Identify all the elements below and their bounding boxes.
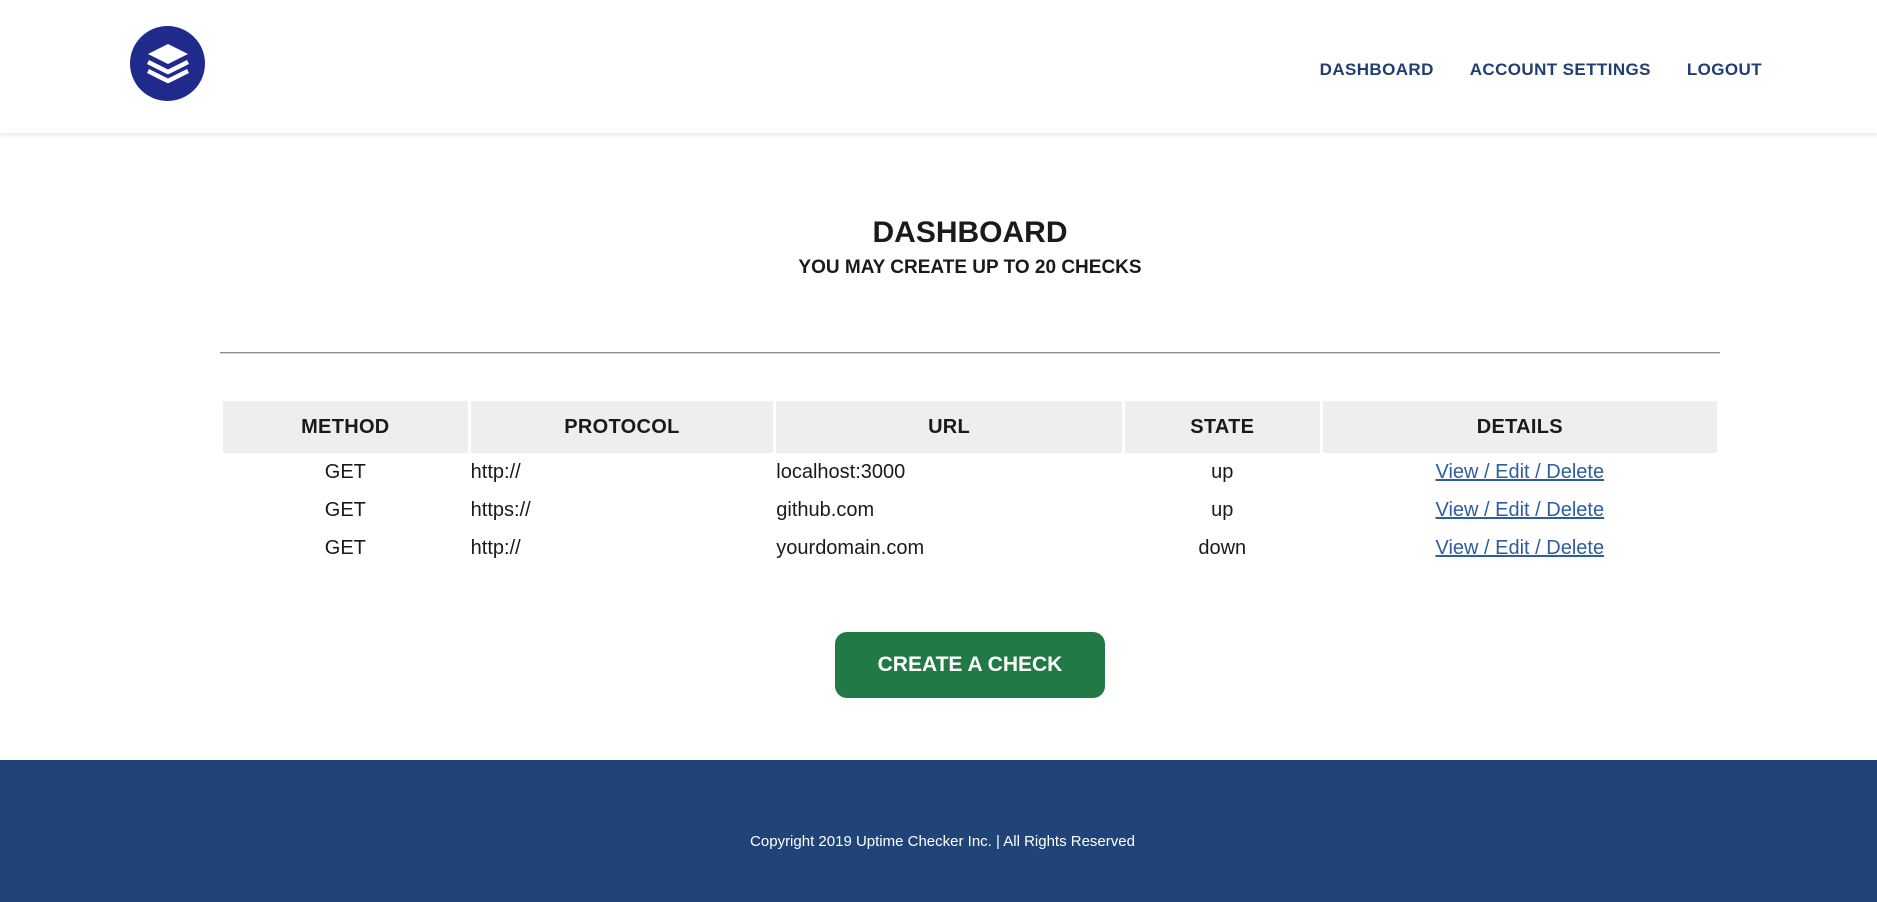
nav-logout-link[interactable]: LOGOUT [1687, 60, 1762, 80]
nav-dashboard-link[interactable]: DASHBOARD [1320, 60, 1434, 80]
details-link[interactable]: View / Edit / Delete [1435, 461, 1604, 483]
stacked-layers-icon [146, 43, 189, 83]
column-header-details: DETAILS [1322, 401, 1717, 453]
table-row: GET https:// github.com up View / Edit /… [223, 491, 1717, 529]
cell-method: GET [324, 498, 366, 521]
checks-table: METHOD PROTOCOL URL STATE DETAILS GET ht… [220, 401, 1720, 567]
page-title: DASHBOARD [872, 216, 1068, 249]
cell-state: up [1211, 498, 1234, 521]
cell-method: GET [324, 460, 366, 483]
main-nav: DASHBOARD ACCOUNT SETTINGS LOGOUT [1320, 60, 1762, 80]
cell-protocol: http:// [470, 460, 521, 483]
cell-protocol: http:// [470, 536, 521, 559]
cell-url: yourdomain.com [776, 536, 925, 559]
site-header: DASHBOARD ACCOUNT SETTINGS LOGOUT [0, 0, 1877, 133]
cell-details: View / Edit / Delete [1323, 491, 1717, 529]
column-header-protocol: PROTOCOL [470, 401, 774, 453]
column-header-url: URL [776, 401, 1122, 453]
create-check-button[interactable]: CREATE A CHECK [835, 632, 1105, 698]
cell-protocol: https:// [470, 498, 531, 521]
cell-state: up [1211, 460, 1234, 483]
cell-details: View / Edit / Delete [1323, 529, 1717, 567]
page-subtitle: YOU MAY CREATE UP TO 20 CHECKS [798, 257, 1142, 278]
logo[interactable] [130, 26, 205, 101]
divider [220, 352, 1720, 354]
details-link[interactable]: View / Edit / Delete [1435, 537, 1604, 559]
table-row: GET http:// localhost:3000 up View / Edi… [223, 453, 1717, 491]
footer-copyright: Copyright 2019 Uptime Checker Inc. | All… [750, 833, 1135, 850]
table-row: GET http:// yourdomain.com down View / E… [223, 529, 1717, 567]
nav-account-settings-link[interactable]: ACCOUNT SETTINGS [1470, 60, 1651, 80]
cell-method: GET [324, 536, 366, 559]
site-footer: Copyright 2019 Uptime Checker Inc. | All… [0, 760, 1877, 902]
cell-details: View / Edit / Delete [1323, 453, 1717, 491]
details-link[interactable]: View / Edit / Delete [1435, 499, 1604, 521]
cell-state: down [1198, 536, 1247, 559]
column-header-method: METHOD [223, 401, 468, 453]
table-header-row: METHOD PROTOCOL URL STATE DETAILS [223, 401, 1717, 453]
column-header-state: STATE [1124, 401, 1320, 453]
cell-url: github.com [776, 498, 875, 521]
cell-url: localhost:3000 [776, 460, 906, 483]
